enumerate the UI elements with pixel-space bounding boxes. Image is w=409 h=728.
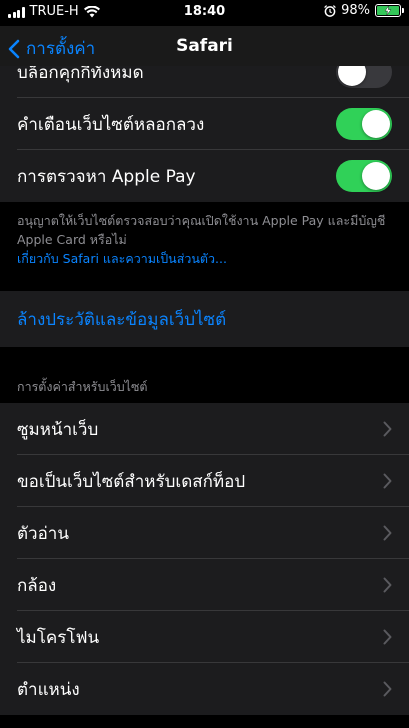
clear-history-button[interactable]: ล้างประวัติและข้อมูลเว็บไซต์ xyxy=(0,291,409,347)
row-label: ตำแหน่ง xyxy=(17,679,80,700)
row-label: ไมโครโฟน xyxy=(17,627,100,648)
battery-icon xyxy=(375,4,404,17)
status-right: 98% xyxy=(324,3,404,18)
block-cookies-toggle[interactable] xyxy=(336,66,392,88)
about-safari-privacy-link[interactable]: เกี่ยวกับ Safari และความเป็นส่วนตัว... xyxy=(17,249,392,268)
chevron-right-icon xyxy=(383,629,392,645)
row-label: ขอเป็นเว็บไซต์สำหรับเดสก์ท็อป xyxy=(17,471,246,492)
footer-text: อนุญาตให้เว็บไซต์ตรวจสอบว่าคุณเปิดใช้งาน… xyxy=(17,213,386,247)
row-label: ซูมหน้าเว็บ xyxy=(17,419,99,440)
chevron-right-icon xyxy=(383,525,392,541)
row-label: กล้อง xyxy=(17,575,57,596)
fraud-warning-toggle[interactable] xyxy=(336,108,392,140)
website-settings-header: การตั้งค่าสำหรับเว็บไซต์ xyxy=(17,379,148,394)
apple-pay-check-toggle[interactable] xyxy=(336,160,392,192)
row-reader[interactable]: ตัวอ่าน xyxy=(0,507,409,559)
chevron-right-icon xyxy=(383,577,392,593)
chevron-right-icon xyxy=(383,421,392,437)
website-settings-group: ซูมหน้าเว็บ ขอเป็นเว็บไซต์สำหรับเดสก์ท็อ… xyxy=(0,403,409,715)
row-block-all-cookies: บล็อกคุกกี้ทั้งหมด xyxy=(0,66,409,98)
chevron-right-icon xyxy=(383,473,392,489)
privacy-footer: อนุญาตให้เว็บไซต์ตรวจสอบว่าคุณเปิดใช้งาน… xyxy=(0,202,409,279)
page-title: Safari xyxy=(176,36,233,56)
privacy-group: บล็อกคุกกี้ทั้งหมด คำเตือนเว็บไซต์หลอกลว… xyxy=(0,66,409,202)
row-microphone[interactable]: ไมโครโฟน xyxy=(0,611,409,663)
row-request-desktop-website[interactable]: ขอเป็นเว็บไซต์สำหรับเดสก์ท็อป xyxy=(0,455,409,507)
row-fraudulent-website-warning: คำเตือนเว็บไซต์หลอกลวง xyxy=(0,98,409,150)
navigation-bar: การตั้งค่า Safari xyxy=(0,26,409,66)
settings-list[interactable]: บล็อกคุกกี้ทั้งหมด คำเตือนเว็บไซต์หลอกลว… xyxy=(0,66,409,728)
status-bar: TRUE-H 18:40 98% xyxy=(0,0,409,26)
row-camera[interactable]: กล้อง xyxy=(0,559,409,611)
alarm-icon xyxy=(324,4,336,17)
battery-percent: 98% xyxy=(341,3,370,18)
row-check-apple-pay: การตรวจหา Apple Pay xyxy=(0,150,409,202)
charging-bolt-icon xyxy=(384,6,392,15)
row-page-zoom[interactable]: ซูมหน้าเว็บ xyxy=(0,403,409,455)
row-label: ตัวอ่าน xyxy=(17,523,69,544)
chevron-right-icon xyxy=(383,681,392,697)
row-location[interactable]: ตำแหน่ง xyxy=(0,663,409,715)
